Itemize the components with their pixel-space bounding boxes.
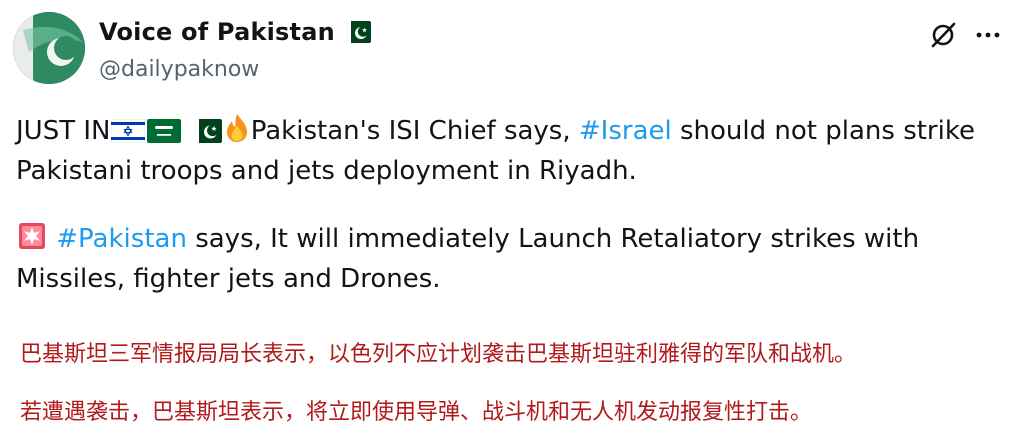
more-options-icon[interactable] <box>972 20 1004 50</box>
hashtag-israel-link[interactable]: #Israel <box>579 116 672 146</box>
hashtag-pakistan-link[interactable]: #Pakistan <box>56 224 187 254</box>
avatar[interactable] <box>13 12 85 84</box>
pakistan-flag-icon <box>191 119 222 143</box>
chinese-translation-line-2: 若遭遇袭击，巴基斯坦表示，将立即使用导弹、战斗机和无人机发动报复性打击。 <box>20 400 813 425</box>
grok-icon[interactable] <box>928 20 958 50</box>
israel-flag-icon <box>111 119 146 143</box>
saudi-flag-icon <box>147 119 182 143</box>
pakistan-flag-avatar-icon <box>13 12 85 84</box>
paragraph1-text: Pakistan's ISI Chief says, <box>250 116 579 146</box>
just-in-text: JUST IN <box>16 116 111 146</box>
tweet-paragraph-2: #Pakistan says, It will immediately Laun… <box>16 219 996 299</box>
display-name-text[interactable]: Voice of Pakistan <box>99 18 335 46</box>
chinese-translation-line-1: 巴基斯坦三军情报局局长表示，以色列不应计划袭击巴基斯坦驻利雅得的军队和战机。 <box>20 342 857 367</box>
siren-icon <box>17 221 47 251</box>
fire-icon <box>224 113 250 143</box>
tweet-header: Voice of Pakistan @dailypaknow <box>0 0 1010 100</box>
tweet-paragraph-1: JUST IN Pakistan's ISI Chief says, #Isra… <box>16 111 996 191</box>
pakistan-flag-icon <box>344 21 371 43</box>
author-handle[interactable]: @dailypaknow <box>99 57 259 82</box>
author-display-name[interactable]: Voice of Pakistan <box>99 18 371 46</box>
